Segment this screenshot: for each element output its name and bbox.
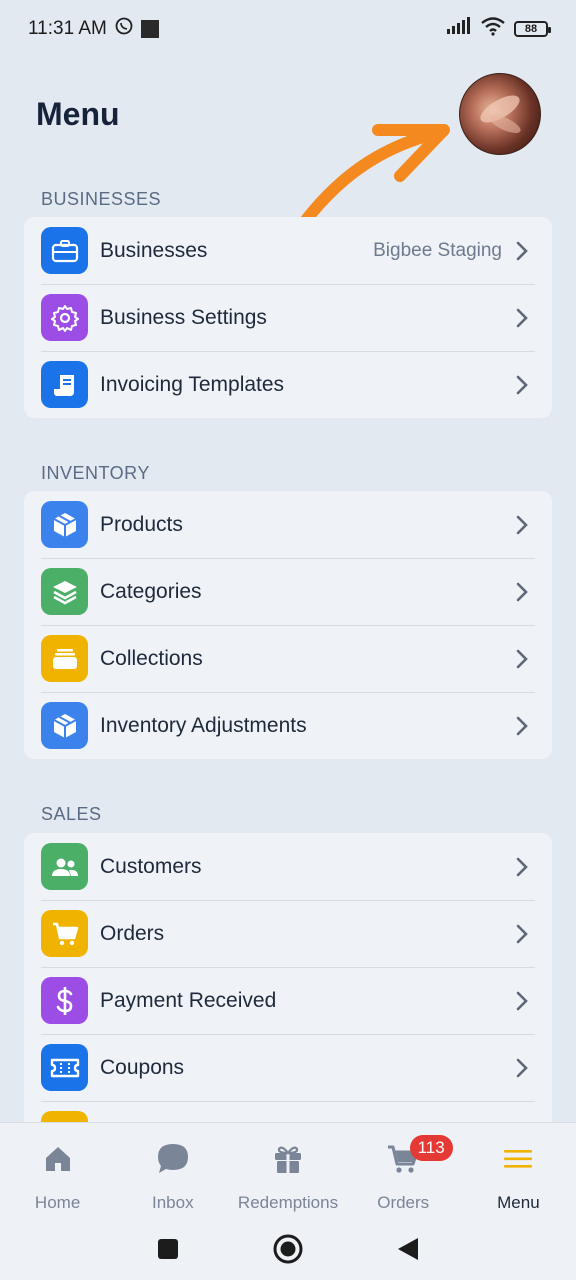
chevron-right-icon xyxy=(516,241,530,261)
gear-icon xyxy=(41,294,88,341)
signal-icon xyxy=(446,17,472,41)
menu-item-label: Coupons xyxy=(100,1055,185,1079)
chevron-right-icon xyxy=(516,716,530,736)
nav-redemptions[interactable]: Redemptions xyxy=(230,1123,345,1222)
menu-item-orders[interactable]: Orders xyxy=(24,900,552,967)
chat-icon xyxy=(156,1139,190,1179)
menu-item-categories[interactable]: Categories xyxy=(24,558,552,625)
viber-icon xyxy=(115,17,133,41)
menu-item-businesses[interactable]: Businesses Bigbee Staging xyxy=(24,217,552,284)
menu-item-label: Categories xyxy=(100,579,202,603)
profile-avatar[interactable] xyxy=(459,73,541,155)
nav-orders[interactable]: 113 Orders xyxy=(346,1123,461,1222)
menu-item-label: Inventory Adjustments xyxy=(100,713,307,737)
chevron-right-icon xyxy=(516,924,530,944)
chevron-right-icon xyxy=(516,1058,530,1078)
status-bar: 11:31 AM 88 xyxy=(0,0,576,58)
menu-item-label: Invoicing Templates xyxy=(100,372,285,396)
bottom-navigation: Home Inbox Redemptions 113 Orders Menu xyxy=(0,1122,576,1222)
inventory-card: Products Categories Collections Inventor… xyxy=(24,491,552,759)
briefcase-icon xyxy=(41,227,88,274)
menu-item-label: Payment Received xyxy=(100,988,277,1012)
nav-label: Home xyxy=(34,1193,81,1212)
chevron-right-icon xyxy=(516,515,530,535)
home-button[interactable] xyxy=(272,1233,304,1270)
current-business-value: Bigbee Staging xyxy=(373,239,502,261)
menu-item-label: Products xyxy=(100,512,183,536)
chevron-right-icon xyxy=(516,375,530,395)
menu-item-label: Business Settings xyxy=(100,305,267,329)
menu-item-products[interactable]: Products xyxy=(24,491,552,558)
section-label-sales: SALES xyxy=(41,804,102,824)
chevron-right-icon xyxy=(516,308,530,328)
chevron-right-icon xyxy=(516,991,530,1011)
sales-card: Customers Orders Payment Received Coupon… xyxy=(24,833,552,1133)
menu-item-business-settings[interactable]: Business Settings xyxy=(24,284,552,351)
box-icon xyxy=(41,501,88,548)
chevron-right-icon xyxy=(516,857,530,877)
battery-icon: 88 xyxy=(514,21,551,37)
menu-icon xyxy=(503,1139,533,1179)
page-title: Menu xyxy=(36,96,120,132)
menu-item-coupons[interactable]: Coupons xyxy=(24,1034,552,1101)
box-icon xyxy=(41,702,88,749)
chevron-right-icon xyxy=(516,582,530,602)
businesses-card: Businesses Bigbee Staging Business Setti… xyxy=(24,217,552,418)
system-navigation-bar xyxy=(0,1222,576,1280)
nav-label: Orders xyxy=(377,1193,430,1212)
dollar-icon xyxy=(41,977,88,1024)
recents-button[interactable] xyxy=(156,1237,180,1266)
menu-item-payment-received[interactable]: Payment Received xyxy=(24,967,552,1034)
orders-count-badge: 113 xyxy=(409,1135,453,1161)
menu-item-label: Collections xyxy=(100,646,203,670)
menu-item-label: Orders xyxy=(100,921,165,945)
menu-item-collections[interactable]: Collections xyxy=(24,625,552,692)
users-icon xyxy=(41,843,88,890)
section-label-inventory: INVENTORY xyxy=(41,463,150,483)
menu-item-invoicing-templates[interactable]: Invoicing Templates xyxy=(24,351,552,418)
status-time: 11:31 AM xyxy=(28,18,107,39)
menu-item-label: Businesses xyxy=(100,238,208,262)
nav-label: Inbox xyxy=(152,1193,194,1212)
document-icon xyxy=(41,361,88,408)
layers-icon xyxy=(41,568,88,615)
collection-icon xyxy=(41,635,88,682)
home-icon xyxy=(43,1139,73,1179)
cart-icon xyxy=(41,910,88,957)
wifi-icon xyxy=(480,16,506,42)
section-label-businesses: BUSINESSES xyxy=(41,189,162,209)
nav-home[interactable]: Home xyxy=(0,1123,115,1222)
chevron-right-icon xyxy=(516,649,530,669)
media-stop-icon xyxy=(140,20,159,38)
menu-item-customers[interactable]: Customers xyxy=(24,833,552,900)
menu-item-label: Customers xyxy=(100,854,202,878)
gift-icon xyxy=(272,1139,304,1179)
back-button[interactable] xyxy=(396,1236,420,1267)
nav-menu[interactable]: Menu xyxy=(461,1123,576,1222)
nav-label: Menu xyxy=(497,1193,540,1212)
menu-item-inventory-adjustments[interactable]: Inventory Adjustments xyxy=(24,692,552,759)
nav-label: Redemptions xyxy=(237,1193,339,1212)
nav-inbox[interactable]: Inbox xyxy=(115,1123,230,1222)
ticket-icon xyxy=(41,1044,88,1091)
